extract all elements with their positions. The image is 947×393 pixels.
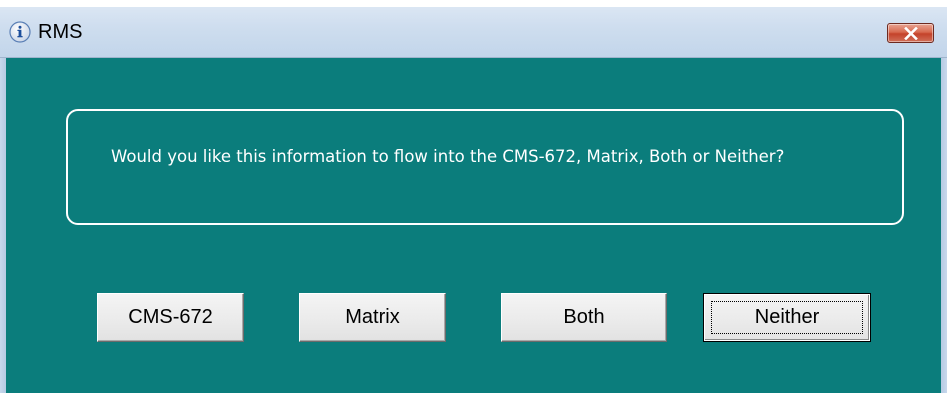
close-icon [904,27,918,40]
dialog-message: Would you like this information to flow … [111,147,785,166]
close-button[interactable] [887,23,934,43]
matrix-button[interactable]: Matrix [299,293,446,342]
both-button[interactable]: Both [501,293,667,342]
window-frame-right [941,58,947,393]
neither-button[interactable]: Neither [703,293,871,342]
dialog-window: RMS Would you like this information to f… [0,0,947,393]
window-title: RMS [38,21,83,43]
screen-strip [0,0,947,7]
title-bar[interactable]: RMS [0,0,947,58]
cms672-button[interactable]: CMS-672 [97,293,244,342]
neither-button-label: Neither [754,306,820,328]
info-icon [9,21,31,43]
